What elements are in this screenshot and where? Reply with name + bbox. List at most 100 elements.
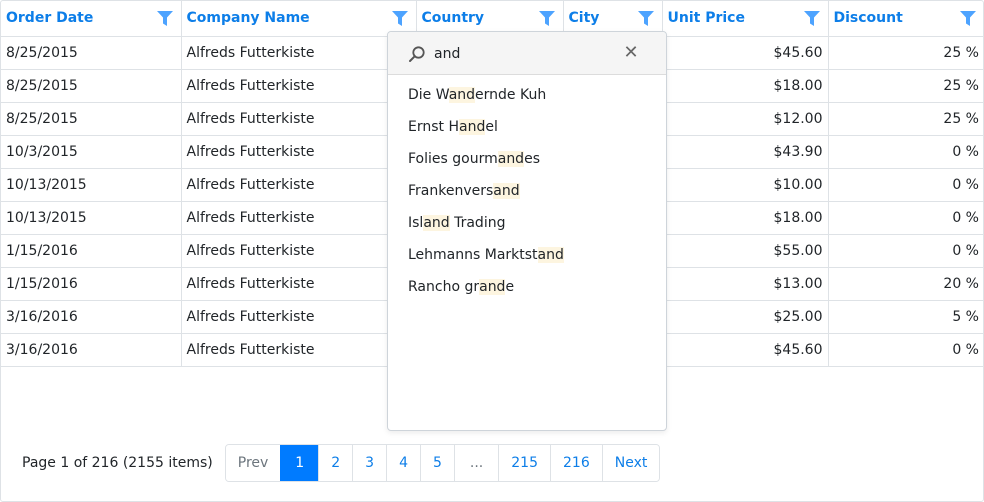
search-match-highlight: and	[459, 119, 486, 135]
pager-buttons: Prev 1 2 3 4 5... 215 216 Next	[224, 444, 661, 482]
discount-cell: 0 %	[828, 333, 984, 367]
discount-cell: 5 %	[828, 300, 984, 334]
page-button-5[interactable]: 5	[419, 445, 454, 481]
close-icon[interactable]: ✕	[622, 44, 640, 62]
unit-price-cell: $43.90	[662, 135, 829, 169]
item-text-before: Lehmanns Marktst	[408, 247, 538, 263]
item-text-after: es	[524, 151, 540, 167]
pager: Page 1 of 216 (2155 items) Prev 1 2 3 4 5...…	[22, 444, 661, 482]
unit-price-cell: $12.00	[662, 102, 829, 136]
order-date-cell: 3/16/2016	[1, 333, 182, 367]
column-header-unit-price[interactable]: Unit Price	[662, 1, 829, 37]
search-match-highlight: and	[479, 279, 506, 295]
page-button-216[interactable]: 216	[550, 445, 602, 481]
filter-value-item[interactable]: Frankenversand	[388, 175, 666, 207]
unit-price-cell: $18.00	[662, 201, 829, 235]
company-name-cell: Alfreds Futterkiste	[181, 234, 417, 268]
order-date-cell: 10/3/2015	[1, 135, 182, 169]
filter-icon[interactable]	[803, 11, 820, 26]
item-text-after: Trading	[449, 215, 506, 231]
search-match-highlight: and	[537, 247, 564, 263]
item-text-after: ernde Kuh	[475, 87, 547, 103]
unit-price-cell: $25.00	[662, 300, 829, 334]
page-button-215[interactable]: 215	[498, 445, 550, 481]
company-name-cell: Alfreds Futterkiste	[181, 201, 417, 235]
unit-price-cell: $10.00	[662, 168, 829, 202]
filter-value-item[interactable]: Ernst Handel	[388, 111, 666, 143]
unit-price-cell: $18.00	[662, 69, 829, 103]
column-label: Unit Price	[667, 10, 745, 27]
page-button-3[interactable]: 3	[352, 445, 387, 481]
filter-value-item[interactable]: Island Trading	[388, 207, 666, 239]
order-date-cell: 3/16/2016	[1, 300, 182, 334]
column-label: City	[568, 10, 600, 27]
search-match-highlight: and	[448, 87, 476, 103]
next-button[interactable]: Next	[601, 445, 660, 481]
unit-price-cell: $45.60	[662, 333, 829, 367]
order-date-cell: 1/15/2016	[1, 234, 182, 268]
discount-cell: 0 %	[828, 201, 984, 235]
company-name-cell: Alfreds Futterkiste	[181, 267, 417, 301]
order-date-cell: 8/25/2015	[1, 69, 182, 103]
column-label: Discount	[833, 10, 903, 27]
discount-cell: 20 %	[828, 267, 984, 301]
item-text-after: el	[485, 119, 498, 135]
company-name-cell: Alfreds Futterkiste	[181, 333, 417, 367]
unit-price-cell: $55.00	[662, 234, 829, 268]
company-name-cell: Alfreds Futterkiste	[181, 69, 417, 103]
company-name-cell: Alfreds Futterkiste	[181, 102, 417, 136]
column-label: Company Name	[186, 10, 310, 27]
page-button-2[interactable]: 2	[318, 445, 353, 481]
order-date-cell: 10/13/2015	[1, 168, 182, 202]
filter-value-item[interactable]: Lehmanns Marktstand	[388, 239, 666, 271]
page-button-1[interactable]: 1	[280, 445, 319, 481]
item-text-before: Folies gourm	[408, 151, 498, 167]
filter-value-item[interactable]: Folies gourmandes	[388, 143, 666, 175]
discount-cell: 0 %	[828, 168, 984, 202]
discount-cell: 0 %	[828, 135, 984, 169]
item-text-before: Rancho gr	[408, 279, 480, 295]
discount-cell: 0 %	[828, 234, 984, 268]
company-name-cell: Alfreds Futterkiste	[181, 300, 417, 334]
filter-icon[interactable]	[391, 11, 408, 26]
item-text-after: e	[505, 279, 515, 295]
filter-value-list: Die Wandernde Kuh Ernst Handel Folies gour…	[388, 75, 666, 303]
order-date-cell: 8/25/2015	[1, 102, 182, 136]
pager-ellipsis: ...	[453, 445, 499, 481]
filter-popup: ✕ Die Wandernde KuhErnst HandelFolies go…	[387, 31, 667, 431]
discount-cell: 25 %	[828, 102, 984, 136]
item-text-before: Isl	[408, 215, 424, 231]
item-text-before: Frankenvers	[408, 183, 494, 199]
column-label: Order Date	[6, 10, 94, 27]
item-text-before: Die W	[408, 87, 449, 103]
filter-value-item[interactable]: Die Wandernde Kuh	[388, 79, 666, 111]
filter-search-input[interactable]	[434, 42, 614, 66]
search-match-highlight: and	[497, 151, 525, 167]
filter-icon[interactable]	[960, 11, 976, 26]
column-label: Country	[421, 10, 485, 27]
page-button-4[interactable]: 4	[386, 445, 420, 481]
search-icon	[409, 46, 425, 62]
column-header-discount[interactable]: Discount	[828, 1, 984, 37]
order-date-cell: 10/13/2015	[1, 201, 182, 235]
discount-cell: 25 %	[828, 69, 984, 103]
search-match-highlight: and	[423, 215, 450, 231]
company-name-cell: Alfreds Futterkiste	[181, 168, 417, 202]
company-name-cell: Alfreds Futterkiste	[181, 135, 417, 169]
filter-icon[interactable]	[156, 11, 173, 26]
order-date-cell: 1/15/2016	[1, 267, 182, 301]
filter-icon[interactable]	[637, 11, 654, 26]
order-date-cell: 8/25/2015	[1, 36, 182, 70]
column-header-order-date[interactable]: Order Date	[1, 1, 182, 37]
filter-icon[interactable]	[538, 11, 555, 26]
unit-price-cell: $45.60	[662, 36, 829, 70]
filter-search-bar: ✕	[388, 32, 666, 75]
pager-info: Page 1 of 216 (2155 items)	[22, 455, 213, 471]
company-name-cell: Alfreds Futterkiste	[181, 36, 417, 70]
prev-button[interactable]: Prev	[225, 445, 281, 481]
unit-price-cell: $13.00	[662, 267, 829, 301]
column-header-company-name[interactable]: Company Name	[181, 1, 417, 37]
item-text-before: Ernst H	[408, 119, 459, 135]
filter-value-item[interactable]: Rancho grande	[388, 271, 666, 303]
search-match-highlight: and	[493, 183, 520, 199]
